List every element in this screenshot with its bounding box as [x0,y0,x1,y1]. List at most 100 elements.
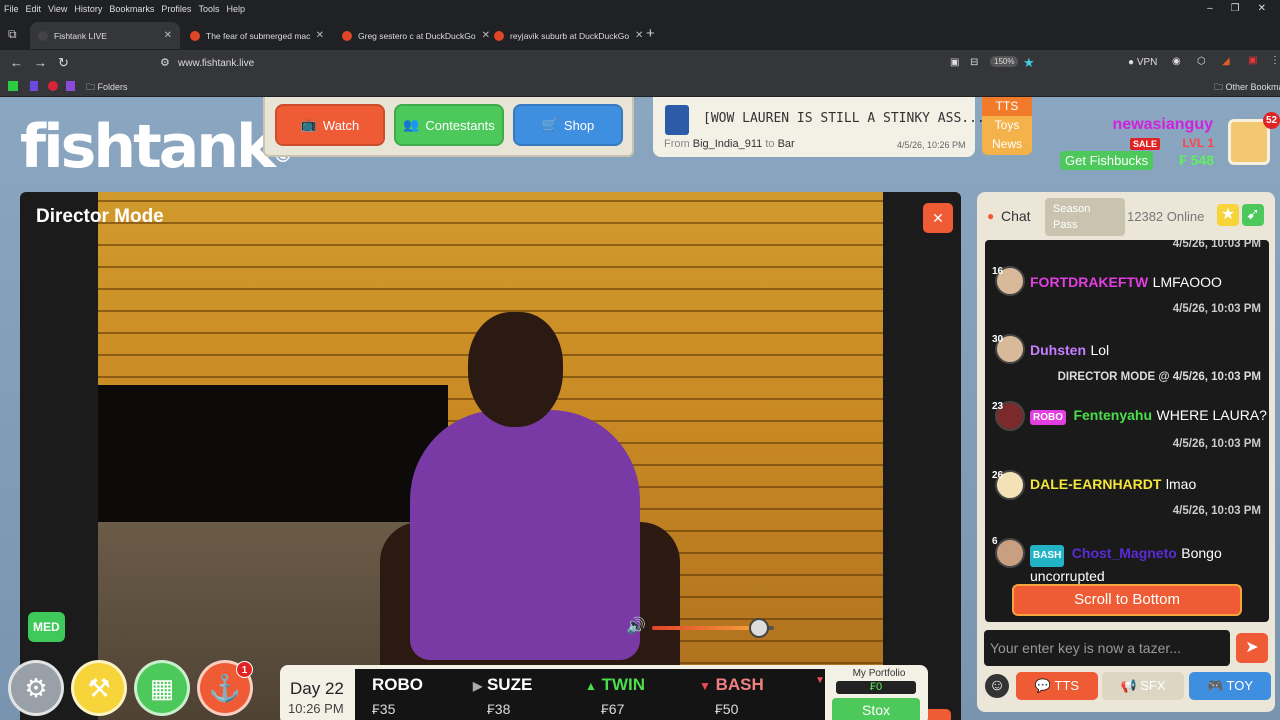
tts-menu-tts[interactable]: TTS [982,97,1032,116]
quality-button[interactable]: MED [28,612,65,642]
season-pass-button[interactable]: Season Pass [1045,198,1125,236]
tts-menu-toys[interactable]: Toys [982,116,1032,135]
volume-icon[interactable]: 🔊 [626,616,646,636]
screenshot-icon[interactable]: ▣ [950,57,959,68]
flat-arrow-icon: ▶ [473,679,483,693]
browser-menubar: File Edit View History Bookmarks Profile… [0,0,1280,17]
fishtank-logo[interactable]: fishtank© [20,117,293,177]
bookmark-green-icon[interactable] [8,81,18,91]
star-button[interactable]: ★ [1217,204,1239,226]
chat-username[interactable]: Chost_Magneto [1072,545,1177,561]
tab-view-icon[interactable]: ⊟ [970,57,978,68]
zoom-badge[interactable]: 150% [990,56,1019,67]
watch-button[interactable]: 📺 Watch [275,104,385,146]
bookmark-star-icon[interactable]: ★ [1023,55,1035,71]
chat-username[interactable]: DALE-EARNHARDT [1030,476,1161,492]
stock-item[interactable]: ▲ TWIN ₣67 [585,675,695,717]
wallet-icon[interactable]: ◉ [1172,56,1181,67]
message-time: DIRECTOR MODE @ 4/5/26, 10:03 PM [1057,371,1261,383]
url-field[interactable]: www.fishtank.live [178,58,254,69]
chat-messages[interactable]: 4/5/26, 10:03 PM 16 FORTDRAKEFTW LMFAOOO… [985,240,1269,622]
tts-ticker[interactable]: [WOW LAUREN IS STILL A STINKY ASS... Fro… [653,97,985,157]
close-video-button[interactable]: ✕ [923,203,953,233]
aria-icon[interactable]: ◢ [1222,56,1230,67]
get-fishbucks-button[interactable]: Get Fishbucks [1060,151,1154,170]
site-info-icon[interactable]: ⚙ [160,56,170,69]
maximize-icon[interactable]: ❐ [1231,3,1240,14]
volume-slider[interactable] [652,618,774,638]
send-icon[interactable]: ➤ [1236,633,1268,663]
avatar[interactable] [995,538,1025,568]
message-time: 4/5/26, 10:03 PM [1172,505,1261,517]
tab-greg-sestero[interactable]: Greg sestero c at DuckDuckGo ✕ [334,22,490,49]
bookmark-twitch-icon[interactable] [66,81,75,91]
bookmarks-bar: 🗀 Folders 🗀 Other Bookmarks [0,77,1280,97]
craft-button[interactable]: ⚒ [71,660,127,716]
settings-button[interactable]: ⚙ [8,660,64,716]
toy-button[interactable]: 🎮 TOY [1189,672,1271,700]
chat-username[interactable]: FORTDRAKEFTW [1030,274,1148,290]
stock-item[interactable]: ▼ BASH ₣50 [699,675,809,717]
bookmark-red-icon[interactable] [48,81,58,91]
close-tab-icon[interactable]: ✕ [316,30,324,41]
minimize-icon[interactable]: – [1207,3,1213,14]
menu-tools[interactable]: Tools [198,4,219,14]
menu-file[interactable]: File [4,4,19,14]
tab-reykjavik[interactable]: reyjavik suburb at DuckDuckGo ✕ [486,22,643,49]
to-user: Bar [777,138,795,150]
vpn-button[interactable]: ● VPN [1128,57,1157,68]
menu-help[interactable]: Help [226,4,245,14]
sfx-button[interactable]: 📢 SFX [1102,672,1184,700]
menu-dots-icon[interactable]: ⋮ [1270,55,1280,66]
message-time: 4/5/26, 10:03 PM [1172,438,1261,450]
tab-search-icon[interactable]: ⧉ [8,27,17,42]
stock-price: ₣67 [601,701,625,717]
bookmark-purple-icon[interactable] [30,81,38,91]
chat-username[interactable]: Fentenyahu [1073,407,1152,423]
forward-icon[interactable]: → [34,55,47,70]
tts-menu-news[interactable]: News [982,135,1032,154]
menu-bookmarks[interactable]: Bookmarks [109,4,154,14]
chat-username[interactable]: Duhsten [1030,342,1086,358]
menu-history[interactable]: History [74,4,102,14]
username[interactable]: newasianguy [1080,116,1213,134]
menu-edit[interactable]: Edit [26,4,42,14]
new-tab-icon[interactable]: + [646,25,655,42]
to-label: to [765,138,775,150]
tab-title: Fishtank LIVE [54,30,107,41]
tts-button[interactable]: 💬 TTS [1016,672,1098,700]
reload-icon[interactable]: ↻ [58,55,69,71]
tab-fishtank[interactable]: Fishtank LIVE ✕ [30,22,180,49]
window-controls: – ❐ ✕ [1207,3,1280,14]
back-icon[interactable]: ← [10,55,23,70]
profile-avatar[interactable] [1228,119,1270,165]
menu-view[interactable]: View [48,4,67,14]
inventory-button[interactable]: ▦ [134,660,190,716]
notification-count[interactable]: 52 [1263,112,1280,129]
shop-button[interactable]: 🛒 Shop [513,104,623,146]
stock-name: ROBO [372,675,423,694]
stock-item[interactable]: ROBO ₣35 [372,675,482,717]
fish-button[interactable]: ➹ [1242,204,1264,226]
extension-red-icon[interactable]: ▣ [1248,55,1257,66]
close-tab-icon[interactable]: ✕ [635,30,643,41]
down-arrow-icon: ▼ [815,675,825,686]
stock-price: ₣50 [715,701,739,717]
close-tab-icon[interactable]: ✕ [164,30,172,41]
extensions-icon[interactable]: ⬡ [1197,56,1206,67]
scroll-to-bottom-button[interactable]: Scroll to Bottom [1012,584,1242,616]
other-bookmarks[interactable]: 🗀 Other Bookmarks [1214,80,1280,96]
anchor-icon: ⚓ [208,672,242,703]
close-window-icon[interactable]: ✕ [1258,3,1266,14]
video-player[interactable]: Director Mode ✕ MED 🔊 ⧠ ⊡ ⤢ ● [20,192,961,720]
stox-button[interactable]: Stox [832,698,920,720]
duckduckgo-icon [342,30,352,41]
menu-profiles[interactable]: Profiles [161,4,191,14]
folders-label: Folders [97,82,128,92]
tab-submerged[interactable]: The fear of submerged machin ✕ [182,22,332,49]
stock-item[interactable]: ▶ SUZE ₣38 [473,675,583,717]
bookmark-folders[interactable]: 🗀 Folders [86,80,128,96]
chat-input[interactable]: Your enter key is now a tazer... [984,630,1230,666]
contestants-button[interactable]: 👥 Contestants [394,104,504,146]
emoji-icon[interactable]: ☺ [985,674,1009,698]
